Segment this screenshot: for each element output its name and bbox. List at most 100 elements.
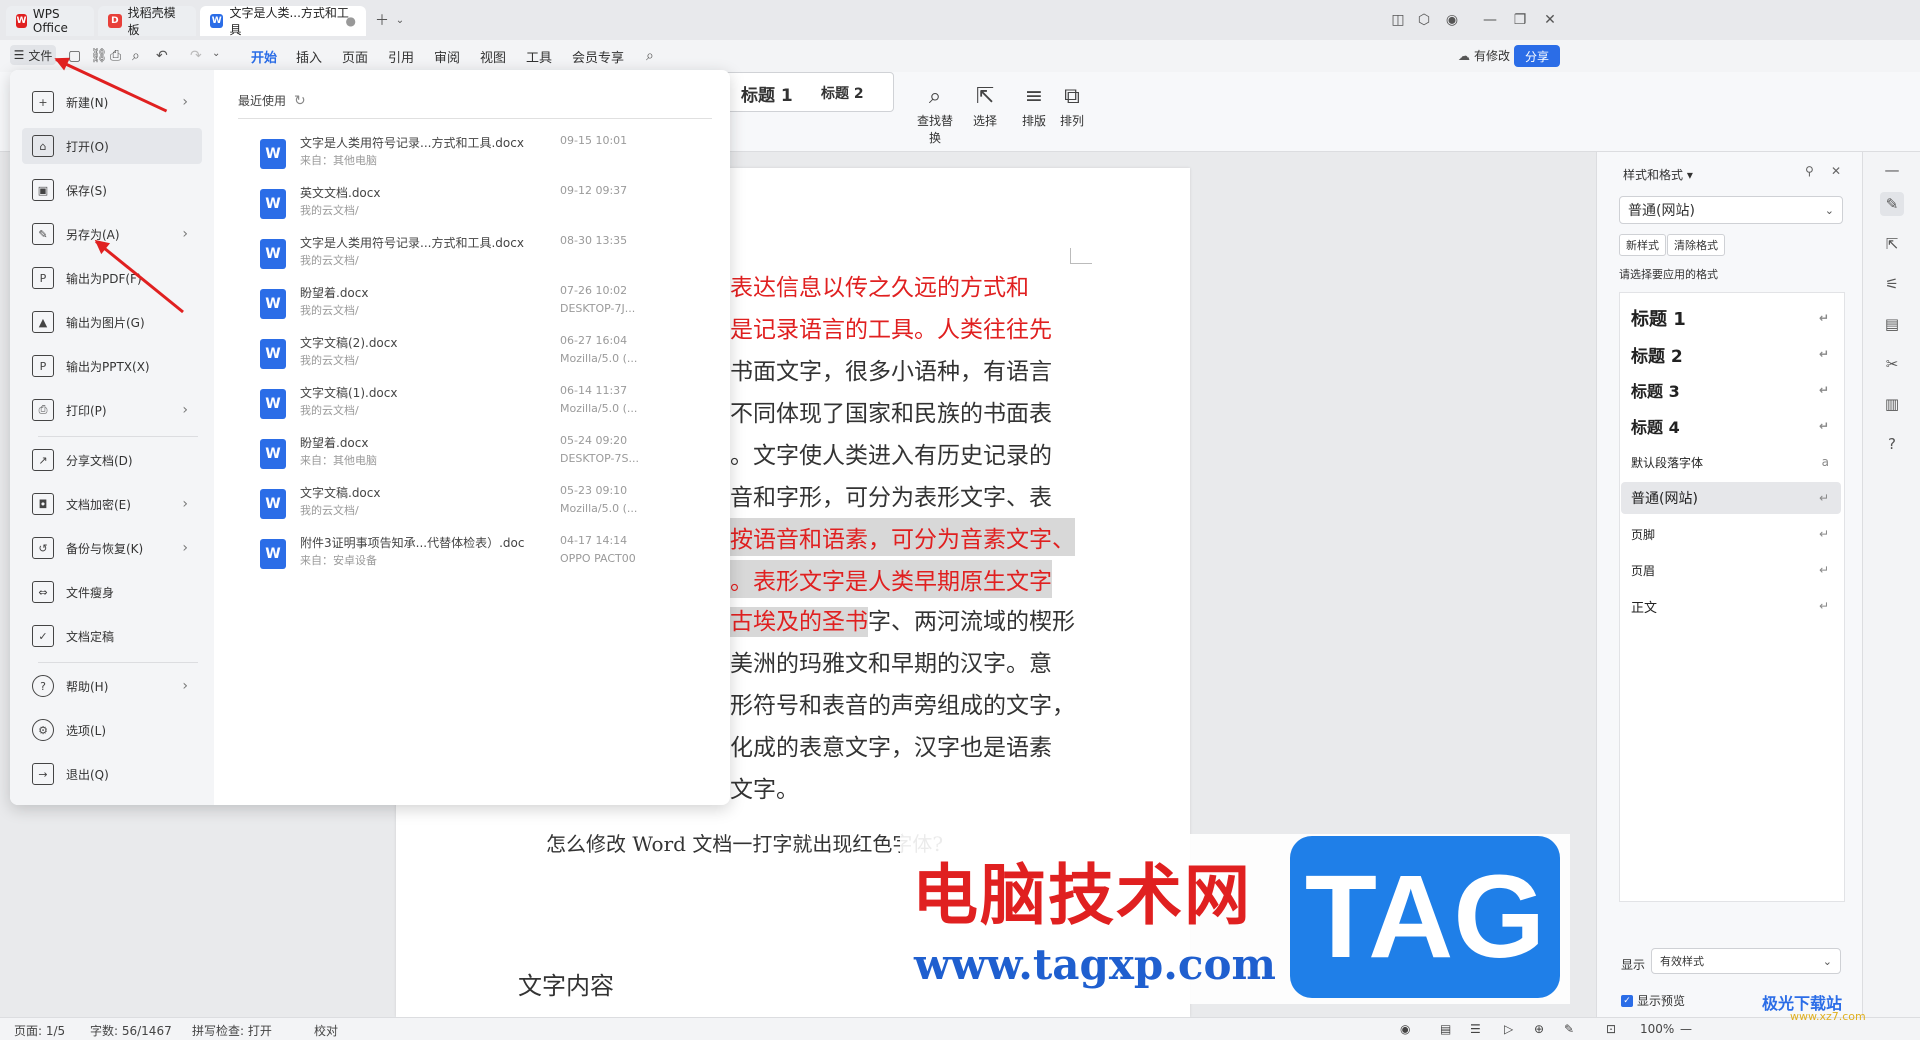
style-item[interactable]: 标题 1 ↵ [1621,302,1841,334]
tab-list-chevron-icon[interactable]: ⌄ [390,10,410,30]
tab-template[interactable]: D 找稻壳模板 [98,6,196,37]
preview-checkbox-row[interactable]: ✓ 显示预览 [1621,992,1685,1009]
checkbox-checked-icon[interactable]: ✓ [1621,994,1633,1007]
cursor-icon[interactable]: ⇱ [1880,232,1904,256]
file-slim[interactable]: ⇔ 文件瘦身 [22,574,202,610]
tab-wps-office[interactable]: W WPS Office [6,6,94,36]
recent-file[interactable]: W 文字文稿(2).docx 我的云文档/06-27 16:04 Mozilla/5.… [248,334,708,384]
file-share[interactable]: ↗ 分享文档(D) [22,442,202,478]
recent-file[interactable]: W 文字文稿.docx 我的云文档/05-23 09:10 Mozilla/5.0 (… [248,484,708,534]
sliders-icon[interactable]: ⚟ [1880,272,1904,296]
menu-member[interactable]: 会员专享 [572,47,624,66]
menu-insert[interactable]: 插入 [296,47,322,66]
style-heading2[interactable]: 标题 2 [821,83,864,103]
web-view-icon[interactable]: ⊕ [1534,1022,1544,1036]
link-icon[interactable]: ⛓ [90,48,108,64]
menu-page[interactable]: 页面 [342,47,368,66]
zoom-level[interactable]: 100% [1640,1022,1674,1036]
share-button[interactable]: 分享 [1514,45,1560,67]
recent-file[interactable]: W 文字是人类用符号记录...方式和工具.docx 来自：其他电脑 09-15 10:… [248,134,708,184]
search-icon[interactable]: ⌕ [646,48,654,64]
file-save-as[interactable]: ✎ 另存为(A) › [22,216,202,252]
undo-icon[interactable]: ↶ [156,48,168,64]
file-help[interactable]: ? 帮助(H) › [22,668,202,704]
redo-icon[interactable]: ↷ [190,48,202,64]
eye-icon[interactable]: ◉ [1400,1022,1410,1036]
more-chevron-icon[interactable]: ⌄ [212,48,220,59]
clear-format-button[interactable]: 清除格式 [1667,234,1725,256]
recent-file[interactable]: W 文字是人类用符号记录...方式和工具.docx 我的云文档/08-30 13:3… [248,234,708,284]
close-button[interactable]: ✕ [1540,10,1560,30]
file-print[interactable]: ⎙ 打印(P) › [22,392,202,428]
file-exit[interactable]: → 退出(Q) [22,756,202,792]
menu-start[interactable]: 开始 [251,47,278,72]
collapse-icon[interactable]: — [1880,158,1904,182]
file-export-pdf[interactable]: P 输出为PDF(F) [22,260,202,296]
style-item[interactable]: 标题 2 ↵ [1621,338,1841,370]
style-panel-title[interactable]: 样式和格式 ▾ [1623,166,1693,183]
file-menu-button[interactable]: ☰ 文件 [10,45,56,65]
zoom-out-icon[interactable]: — [1680,1022,1692,1036]
file-finalize[interactable]: ✓ 文档定稿 [22,618,202,654]
page-indicator[interactable]: 页面: 1/5 [14,1022,65,1039]
style-item[interactable]: 标题 3 ↵ [1621,374,1841,406]
recent-file[interactable]: W 文字文稿(1).docx 我的云文档/06-14 11:37 Mozilla/5.… [248,384,708,434]
restore-button[interactable]: ❐ [1510,10,1530,30]
menu-review[interactable]: 审阅 [434,47,460,66]
cube-icon[interactable]: ⬡ [1414,10,1434,30]
new-style-button[interactable]: 新样式 [1619,234,1666,256]
menu-view[interactable]: 视图 [480,47,506,66]
style-item[interactable]: 页眉 ↵ [1621,554,1841,586]
file-open[interactable]: ⌂ 打开(O) [22,128,202,164]
book-icon[interactable]: ▥ [1880,392,1904,416]
arrange-button[interactable]: ⧉ 排列 [1056,84,1088,129]
window-layout-icon[interactable]: ◫ [1388,10,1408,30]
file-backup[interactable]: ↺ 备份与恢复(K) › [22,530,202,566]
find-replace-button[interactable]: ⌕ 查找替换 [912,84,958,146]
close-icon[interactable]: ✕ [1831,164,1841,178]
format-icon[interactable]: ▤ [1880,312,1904,336]
help-icon[interactable]: ? [1880,432,1904,456]
tab-dot-icon[interactable]: ● [346,14,356,28]
proofread[interactable]: 校对 [314,1022,338,1039]
style-pen-icon[interactable]: ✎ [1880,192,1904,216]
file-encrypt[interactable]: ◘ 文档加密(E) › [22,486,202,522]
spell-check[interactable]: 拼写检查: 打开 [192,1022,272,1039]
menu-tools[interactable]: 工具 [526,47,552,66]
file-options[interactable]: ⚙ 选项(L) [22,712,202,748]
print-icon[interactable]: ⎙ [110,48,121,64]
style-item[interactable]: 标题 4 ↵ [1621,410,1841,442]
tab-document[interactable]: W 文字是人类...方式和工具 ● [200,6,366,37]
pin-icon[interactable]: ⚲ [1805,164,1814,178]
refresh-icon[interactable]: ↻ [294,93,306,109]
play-icon[interactable]: ▷ [1504,1022,1513,1036]
new-tab-button[interactable]: ＋ [372,10,392,30]
file-save[interactable]: ▣ 保存(S) [22,172,202,208]
select-button[interactable]: ⇱ 选择 [968,84,1002,129]
style-heading1[interactable]: 标题 1 [741,81,793,106]
style-item[interactable]: 页脚 ↵ [1621,518,1841,550]
current-style-select[interactable]: 普通(网站) ⌄ [1619,196,1843,224]
file-new[interactable]: + 新建(N) › [22,84,202,120]
new-doc-icon[interactable]: ▢ [68,48,81,64]
print-preview-icon[interactable]: ⌕ [132,48,140,64]
show-select[interactable]: 有效样式 ⌄ [1651,948,1841,974]
file-export-pptx[interactable]: P 输出为PPTX(X) [22,348,202,384]
word-count[interactable]: 字数: 56/1467 [90,1022,172,1039]
style-item[interactable]: 默认段落字体 a [1621,446,1841,478]
changes-indicator[interactable]: ☁ 有修改 [1458,47,1510,64]
file-export-image[interactable]: ▲ 输出为图片(G) [22,304,202,340]
pen-icon[interactable]: ✎ [1564,1022,1574,1036]
recent-file[interactable]: W 盼望着.docx 我的云文档/07-26 10:02 DESKTOP-7J... [248,284,708,334]
page-view-icon[interactable]: ▤ [1440,1022,1451,1036]
menu-reference[interactable]: 引用 [388,47,414,66]
style-item[interactable]: 正文 ↵ [1621,590,1841,622]
recent-file[interactable]: W 英文文档.docx 我的云文档/09-12 09:37 [248,184,708,234]
recent-file[interactable]: W 盼望着.docx 来自：其他电脑 05-24 09:20 DESKTOP-7S... [248,434,708,484]
recent-file[interactable]: W 附件3证明事项告知承...代替体检表）.doc 来自：安卓设备 04-17 14:… [248,534,708,584]
avatar[interactable]: ◉ [1442,10,1462,30]
layout-button[interactable]: ≡ 排版 [1018,84,1050,129]
tools-icon[interactable]: ✂ [1880,352,1904,376]
outline-view-icon[interactable]: ☰ [1470,1022,1481,1036]
minimize-button[interactable]: — [1480,10,1500,30]
